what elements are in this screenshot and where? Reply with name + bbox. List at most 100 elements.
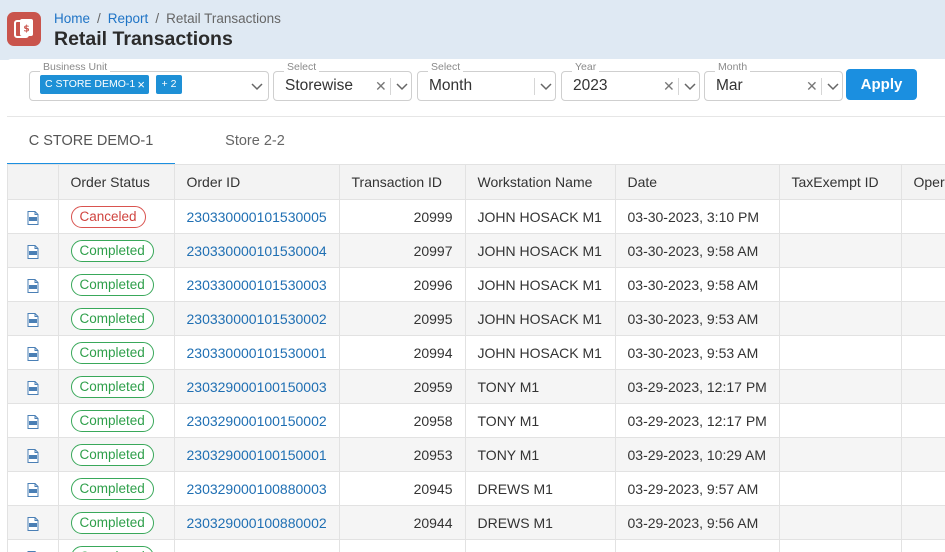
workstation-name-cell: DREWS M1	[465, 539, 616, 552]
pdf-file-icon[interactable]	[27, 278, 39, 293]
pdf-file-icon[interactable]	[27, 312, 39, 327]
report-type-select[interactable]: Select Storewise ✕	[273, 61, 412, 101]
workstation-name-cell: TONY M1	[465, 437, 616, 472]
status-badge: Completed	[70, 443, 154, 466]
date-cell: 03-29-2023, 9:56 AM	[615, 505, 780, 540]
order-id-link[interactable]: 230329000100880001	[174, 539, 340, 552]
divider	[534, 78, 535, 95]
status-badge: Completed	[70, 239, 154, 262]
breadcrumb-current: Retail Transactions	[166, 11, 281, 26]
order-id-link[interactable]: 230329000100880002	[174, 505, 340, 540]
transactions-table-container[interactable]: Order Status Order ID Transaction ID Wor…	[7, 164, 945, 552]
operator-cell	[901, 267, 945, 302]
workstation-name-cell: DREWS M1	[465, 505, 616, 540]
report-type-label: Select	[284, 61, 320, 73]
order-status-cell: Completed	[58, 301, 175, 336]
pdf-file-icon[interactable]	[27, 380, 39, 395]
table-row[interactable]: Completed 230329000100880001 20943 DREWS…	[8, 539, 945, 552]
business-unit-more-chip[interactable]: + 2	[156, 75, 182, 94]
table-row[interactable]: Completed 230330000101530004 20997 JOHN …	[8, 233, 945, 268]
breadcrumb: Home / Report / Retail Transactions	[54, 11, 281, 26]
table-row[interactable]: Completed 230329000100880003 20945 DREWS…	[8, 471, 945, 506]
order-id-link[interactable]: 230330000101530003	[174, 267, 340, 302]
order-id-link[interactable]: 230330000101530002	[174, 301, 340, 336]
operator-cell	[901, 199, 945, 234]
clear-icon[interactable]: ✕	[375, 78, 387, 94]
breadcrumb-report-link[interactable]: Report	[108, 11, 149, 26]
operator-cell	[901, 369, 945, 404]
transaction-id-cell: 20997	[339, 233, 466, 268]
receipt-icon[interactable]: $	[7, 12, 41, 46]
clear-icon[interactable]: ✕	[806, 78, 818, 94]
table-row[interactable]: Completed 230329000100150003 20959 TONY …	[8, 369, 945, 404]
column-header-order-id[interactable]: Order ID	[174, 164, 340, 200]
column-header-operator[interactable]: Opera	[901, 164, 945, 200]
order-status-cell: Completed	[58, 471, 175, 506]
pdf-file-icon[interactable]	[27, 482, 39, 497]
taxexempt-id-cell	[779, 471, 902, 506]
table-row[interactable]: Completed 230329000100880002 20944 DREWS…	[8, 505, 945, 540]
order-id-link[interactable]: 230330000101530004	[174, 233, 340, 268]
store-tabs: C STORE DEMO-1 Store 2-2	[7, 116, 945, 165]
table-row[interactable]: Completed 230330000101530002 20995 JOHN …	[8, 301, 945, 336]
divider	[390, 78, 391, 95]
order-id-link[interactable]: 230329000100150001	[174, 437, 340, 472]
order-id-link[interactable]: 230329000100150002	[174, 403, 340, 438]
column-header-taxexempt-id[interactable]: TaxExempt ID	[779, 164, 902, 200]
order-id-link[interactable]: 230330000101530001	[174, 335, 340, 370]
column-header-order-status[interactable]: Order Status	[58, 164, 175, 200]
order-id-link[interactable]: 230329000100150003	[174, 369, 340, 404]
transaction-id-cell: 20958	[339, 403, 466, 438]
row-icon-cell	[8, 267, 59, 302]
transaction-id-cell: 20999	[339, 199, 466, 234]
month-select[interactable]: Month Mar ✕	[704, 61, 843, 101]
chevron-down-icon[interactable]	[826, 80, 840, 92]
date-cell: 03-29-2023, 12:17 PM	[615, 403, 780, 438]
pdf-file-icon[interactable]	[27, 414, 39, 429]
breadcrumb-home-link[interactable]: Home	[54, 11, 90, 26]
table-row[interactable]: Completed 230329000100150002 20958 TONY …	[8, 403, 945, 438]
date-cell: 03-30-2023, 9:58 AM	[615, 267, 780, 302]
page-title: Retail Transactions	[54, 28, 233, 50]
table-row[interactable]: Canceled 230330000101530005 20999 JOHN H…	[8, 199, 945, 234]
column-header-workstation-name[interactable]: Workstation Name	[465, 164, 616, 200]
date-cell: 03-30-2023, 3:10 PM	[615, 199, 780, 234]
workstation-name-cell: JOHN HOSACK M1	[465, 335, 616, 370]
table-row[interactable]: Completed 230330000101530001 20994 JOHN …	[8, 335, 945, 370]
pdf-file-icon[interactable]	[27, 244, 39, 259]
order-id-link[interactable]: 230329000100880003	[174, 471, 340, 506]
column-header-transaction-id[interactable]: Transaction ID	[339, 164, 466, 200]
pdf-file-icon[interactable]	[27, 210, 39, 225]
apply-button[interactable]: Apply	[846, 69, 917, 100]
pdf-file-icon[interactable]	[27, 346, 39, 361]
chip-remove-icon[interactable]: ×	[137, 75, 145, 94]
chevron-down-icon[interactable]	[683, 80, 697, 92]
pdf-file-icon[interactable]	[27, 516, 39, 531]
transactions-table: Order Status Order ID Transaction ID Wor…	[8, 164, 945, 552]
workstation-name-cell: JOHN HOSACK M1	[465, 233, 616, 268]
business-unit-select[interactable]: Business Unit C STORE DEMO-1 × + 2	[29, 61, 269, 101]
pdf-file-icon[interactable]	[27, 448, 39, 463]
taxexempt-id-cell	[779, 335, 902, 370]
business-unit-chip[interactable]: C STORE DEMO-1 ×	[40, 75, 149, 94]
chevron-down-icon[interactable]	[395, 80, 409, 92]
status-badge: Completed	[70, 409, 154, 432]
date-cell: 03-30-2023, 9:53 AM	[615, 335, 780, 370]
page-header: $ Home / Report / Retail Transactions Retail…	[0, 0, 945, 60]
table-row[interactable]: Completed 230330000101530003 20996 JOHN …	[8, 267, 945, 302]
clear-icon[interactable]: ✕	[663, 78, 675, 94]
chevron-down-icon[interactable]	[250, 80, 264, 92]
period-type-select[interactable]: Select Month	[417, 61, 556, 101]
tab-c-store-demo-1[interactable]: C STORE DEMO-1	[7, 117, 175, 165]
tab-store-2-2[interactable]: Store 2-2	[203, 117, 307, 165]
year-select[interactable]: Year 2023 ✕	[561, 61, 700, 101]
status-badge: Completed	[70, 273, 154, 296]
workstation-name-cell: JOHN HOSACK M1	[465, 267, 616, 302]
chevron-down-icon[interactable]	[539, 80, 553, 92]
row-icon-cell	[8, 369, 59, 404]
order-id-link[interactable]: 230330000101530005	[174, 199, 340, 234]
status-badge: Completed	[70, 341, 154, 364]
column-header-date[interactable]: Date	[615, 164, 780, 200]
table-row[interactable]: Completed 230329000100150001 20953 TONY …	[8, 437, 945, 472]
transaction-id-cell: 20945	[339, 471, 466, 506]
